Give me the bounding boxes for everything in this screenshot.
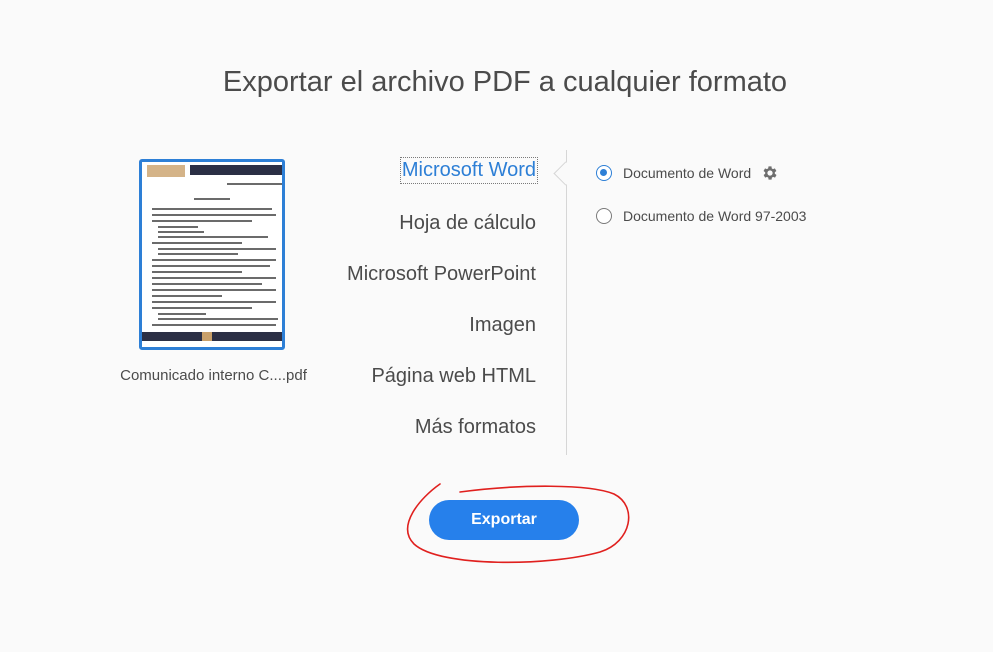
footer-band bbox=[142, 332, 282, 341]
header-band bbox=[190, 165, 282, 175]
file-name: Comunicado interno C....pdf bbox=[120, 367, 307, 384]
option-word-97-2003[interactable]: Documento de Word 97-2003 bbox=[596, 208, 806, 224]
format-spreadsheet[interactable]: Hoja de cálculo bbox=[399, 212, 536, 235]
thumbnail-text-line bbox=[152, 295, 222, 297]
footer-accent bbox=[202, 332, 212, 341]
thumbnail-text-line bbox=[158, 248, 276, 250]
thumbnail-text-line bbox=[152, 277, 276, 279]
radio-word-97-2003[interactable] bbox=[596, 208, 612, 224]
thumbnail-text-line bbox=[158, 253, 238, 255]
thumbnail-text-line bbox=[152, 289, 276, 291]
thumbnail-header bbox=[142, 162, 282, 180]
format-image[interactable]: Imagen bbox=[469, 314, 536, 337]
thumbnail-text-line bbox=[158, 226, 198, 228]
export-button[interactable]: Exportar bbox=[429, 500, 579, 540]
thumbnail-text-line bbox=[152, 324, 276, 326]
thumbnail-text-line bbox=[152, 214, 276, 216]
gear-icon[interactable] bbox=[761, 164, 779, 182]
radio-word[interactable] bbox=[596, 165, 612, 181]
document-thumbnail[interactable] bbox=[139, 159, 285, 350]
company-logo bbox=[147, 165, 185, 177]
format-more[interactable]: Más formatos bbox=[415, 416, 536, 439]
selection-pointer bbox=[553, 161, 578, 186]
thumbnail-text-line bbox=[152, 283, 262, 285]
thumbnail-text-line bbox=[152, 220, 252, 222]
thumbnail-text-line bbox=[158, 231, 204, 233]
format-html[interactable]: Página web HTML bbox=[371, 365, 536, 388]
thumbnail-text-line bbox=[152, 301, 276, 303]
thumbnail-text-line bbox=[152, 208, 272, 210]
thumbnail-text-line bbox=[152, 271, 242, 273]
format-microsoft-word[interactable]: Microsoft Word bbox=[399, 157, 539, 184]
page-title: Exportar el archivo PDF a cualquier form… bbox=[222, 66, 788, 98]
thumbnail-text-line bbox=[152, 307, 252, 309]
option-word-label: Documento de Word bbox=[623, 165, 752, 181]
thumbnail-text-line bbox=[194, 198, 230, 200]
option-word[interactable]: Documento de Word bbox=[596, 164, 779, 182]
vertical-divider bbox=[566, 150, 567, 455]
thumbnail-text-line bbox=[152, 259, 276, 261]
thumbnail-text-line bbox=[227, 183, 282, 185]
format-powerpoint[interactable]: Microsoft PowerPoint bbox=[347, 263, 536, 286]
option-word-97-2003-label: Documento de Word 97-2003 bbox=[623, 208, 807, 224]
thumbnail-text-line bbox=[158, 318, 278, 320]
thumbnail-text-line bbox=[152, 242, 242, 244]
thumbnail-text-line bbox=[158, 236, 268, 238]
thumbnail-text-line bbox=[152, 265, 270, 267]
thumbnail-text-line bbox=[158, 313, 206, 315]
